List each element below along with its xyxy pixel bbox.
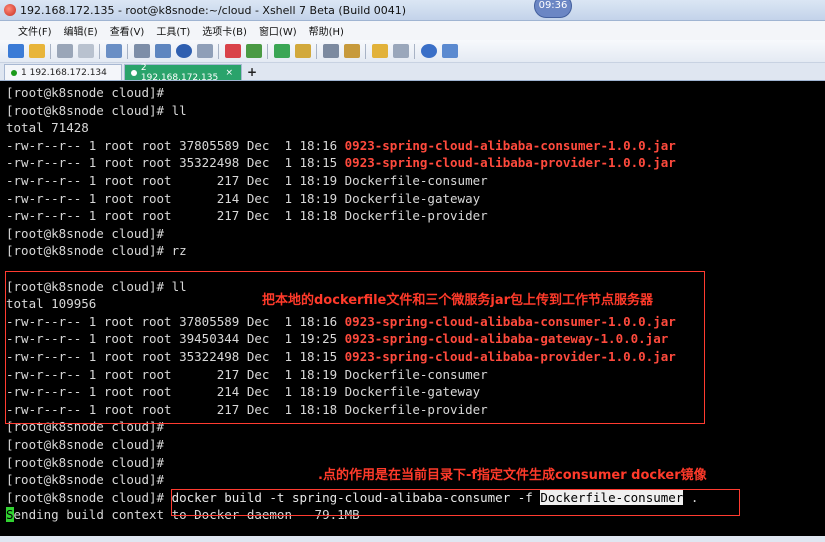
toolbar-divider: [50, 43, 51, 59]
globe-icon[interactable]: [176, 44, 192, 58]
terminal-text: [root@k8snode cloud]#: [6, 489, 172, 505]
highlight-icon[interactable]: [344, 44, 360, 58]
terminal-text: -rw-r--r-- 1 root root 37805589 Dec 1 18…: [6, 137, 345, 153]
menu-tools[interactable]: 工具(T): [156, 23, 190, 38]
terminal-text: -rw-r--r-- 1 root root 217 Dec 1 18:18 D…: [6, 208, 488, 224]
toolbar-divider: [99, 43, 100, 59]
fullscreen-icon[interactable]: [274, 44, 290, 58]
terminal-line: -rw-r--r-- 1 root root 214 Dec 1 18:19 D…: [6, 190, 480, 207]
font-icon[interactable]: [197, 44, 213, 58]
tab-label: 1 192.168.172.134: [21, 67, 107, 78]
tab-label: 2 192.168.172.135: [140, 62, 219, 83]
terminal-line: [root@k8snode cloud]#: [6, 471, 164, 488]
toolbar-divider: [267, 43, 268, 59]
terminal-line: -rw-r--r-- 1 root root 37805589 Dec 1 18…: [6, 137, 676, 154]
menu-edit[interactable]: 编辑(E): [64, 23, 98, 38]
terminal-output[interactable]: Sending build context to Docker daemon 7…: [0, 81, 825, 536]
terminal-text: [root@k8snode cloud]#: [6, 85, 165, 100]
toolbar-divider: [365, 43, 366, 59]
terminal-text: [root@k8snode cloud]#: [6, 437, 165, 452]
terminal-text: total 71428: [6, 120, 89, 136]
terminal-line: [root@k8snode cloud]#: [6, 454, 164, 471]
chat-icon[interactable]: [442, 44, 458, 58]
annotation-dot: .点的作用是在当前目录下-f指定文件生成consumer docker镜像: [318, 468, 707, 483]
xshell-app-icon: [4, 4, 16, 16]
toolbar-divider: [316, 43, 317, 59]
menu-file[interactable]: 文件(F): [18, 23, 52, 38]
copy-icon[interactable]: [155, 44, 171, 58]
menu-help[interactable]: 帮助(H): [309, 23, 344, 38]
terminal-line: -rw-r--r-- 1 root root 35322498 Dec 1 18…: [6, 154, 676, 171]
toolbar-divider: [218, 43, 219, 59]
keyboard-icon[interactable]: [323, 44, 339, 58]
terminal-line: [root@k8snode cloud]# rz: [6, 242, 187, 259]
toolbar: [0, 40, 825, 63]
jar-filename: 0923-spring-cloud-alibaba-provider-1.0.0…: [344, 155, 676, 171]
terminal-line: [root@k8snode cloud]#: [6, 84, 164, 101]
close-icon[interactable]: ×: [225, 68, 233, 78]
menu-view[interactable]: 查看(V): [110, 23, 145, 38]
menu-tabs[interactable]: 选项卡(B): [202, 23, 247, 38]
disconnect-icon[interactable]: [78, 44, 94, 58]
terminal-line: -rw-r--r-- 1 root root 217 Dec 1 18:19 D…: [6, 172, 488, 189]
add-tab-icon[interactable]: +: [247, 65, 257, 79]
terminal-line: [root@k8snode cloud]# ll: [6, 102, 187, 119]
new-session-icon[interactable]: [8, 44, 24, 58]
toolbar-divider: [414, 43, 415, 59]
open-folder-icon[interactable]: [29, 44, 45, 58]
status-bar: [0, 536, 825, 542]
jar-filename: 0923-spring-cloud-alibaba-consumer-1.0.0…: [344, 137, 676, 153]
terminal-text: -rw-r--r-- 1 root root 214 Dec 1 18:19 D…: [6, 190, 481, 206]
menu-window[interactable]: 窗口(W): [259, 23, 297, 38]
search-icon[interactable]: [134, 44, 150, 58]
highlight-box-command: [171, 489, 740, 516]
layout-icon[interactable]: [393, 44, 409, 58]
connected-status-icon: [11, 69, 17, 76]
terminal-text: [root@k8snode cloud]#: [6, 472, 165, 488]
terminal-text: [root@k8snode cloud]# rz: [6, 243, 187, 259]
menu-bar: 文件(F) 编辑(E) 查看(V) 工具(T) 选项卡(B) 窗口(W) 帮助(…: [0, 21, 825, 40]
session-tab-bar: 1 192.168.172.134 2 192.168.172.135 × +: [0, 62, 825, 83]
clock-badge: 09:36: [534, 0, 572, 18]
tab-session-1[interactable]: 1 192.168.172.134: [4, 64, 122, 80]
window-title: 192.168.172.135 - root@k8snode:~/cloud -…: [20, 3, 407, 17]
terminal-text: [root@k8snode cloud]#: [6, 454, 165, 470]
terminal-text: -rw-r--r-- 1 root root 217 Dec 1 18:19 D…: [6, 173, 488, 188]
connected-status-icon: [131, 69, 137, 76]
toolbar-divider: [127, 43, 128, 59]
record-icon[interactable]: [225, 44, 241, 58]
terminal-line: [root@k8snode cloud]#: [6, 436, 164, 453]
transfer-icon[interactable]: [372, 44, 388, 58]
script-icon[interactable]: [246, 44, 262, 58]
terminal-line: total 71428: [6, 119, 89, 136]
window-title-bar[interactable]: 192.168.172.135 - root@k8snode:~/cloud -…: [0, 0, 825, 21]
terminal-line: [root@k8snode cloud]#: [6, 225, 164, 242]
terminal-cursor: S: [6, 507, 14, 523]
properties-icon[interactable]: [106, 44, 122, 58]
terminal-line: -rw-r--r-- 1 root root 217 Dec 1 18:18 D…: [6, 207, 488, 224]
terminal-text: [root@k8snode cloud]# ll: [6, 102, 187, 118]
terminal-text: [root@k8snode cloud]#: [6, 225, 165, 241]
help-icon[interactable]: [421, 44, 437, 58]
annotation-upload: 把本地的dockerfile文件和三个微服务jar包上传到工作节点服务器: [262, 293, 654, 308]
terminal-text: -rw-r--r-- 1 root root 35322498 Dec 1 18…: [6, 155, 345, 171]
connect-icon[interactable]: [57, 44, 73, 58]
tab-session-2[interactable]: 2 192.168.172.135 ×: [124, 62, 242, 83]
lock-icon[interactable]: [295, 44, 311, 58]
